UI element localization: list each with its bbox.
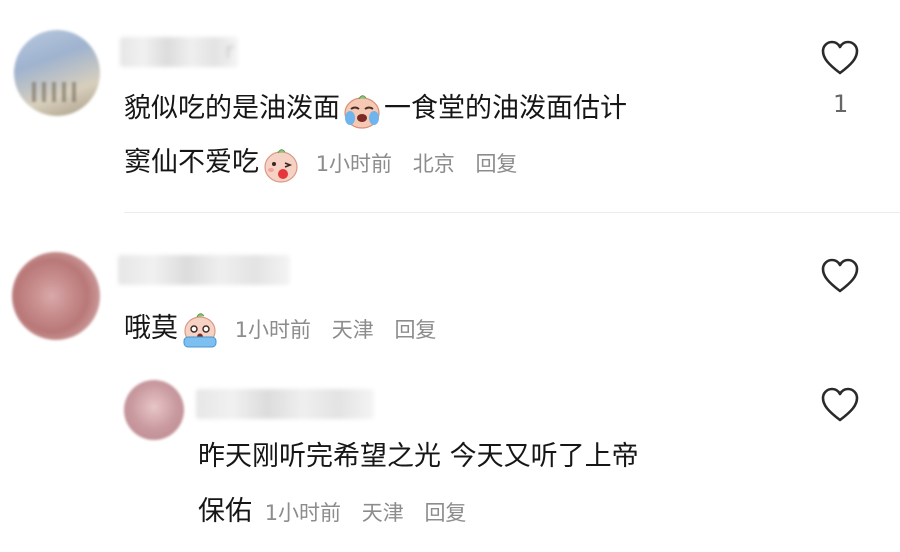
comment-location: 天津 [361,500,404,525]
comment-meta: 1小时前 天津 回复 [258,501,480,525]
comment-text-line: 哦莫 1小时前 天津 回复 [124,302,450,357]
comment-time: 1小时前 [234,317,312,342]
avatar[interactable] [124,380,184,440]
comment-text: 一食堂的油泼面估计 [384,93,627,124]
crying-face-emoji-icon [342,91,382,129]
comment-text: 昨天刚听完希望之光 今天又听了上帝 [198,441,639,472]
username-blurred[interactable]: r [120,37,238,67]
comment-text-line: 窦仙不爱吃 1小时前 北京 回复 [124,136,531,191]
kiss-face-emoji-icon [261,145,301,183]
comment-text: 窦仙不爱吃 [124,147,259,178]
reply-button[interactable]: 回复 [394,318,436,342]
comment-location: 天津 [331,317,374,342]
like-heart-icon[interactable] [820,40,860,76]
comment-text: 哦莫 [124,313,178,344]
divider [124,212,900,213]
comment-time: 1小时前 [315,151,393,176]
reply-button[interactable]: 回复 [475,152,517,176]
reply-button[interactable]: 回复 [424,501,466,525]
username-blurred[interactable] [196,389,374,419]
comment-location: 北京 [412,151,455,176]
comment-text-line: 貌似吃的是油泼面 一食堂的油泼面估计 [124,82,627,136]
username-blurred[interactable] [118,255,290,285]
comment-text-line: 保佑 1小时前 天津 回复 [198,485,480,540]
comment-meta: 1小时前 天津 回复 [228,318,450,342]
like-count: 1 [833,90,849,118]
comment-time: 1小时前 [264,500,342,525]
comment-text: 保佑 [198,496,252,527]
like-heart-icon[interactable] [820,258,860,294]
shocked-face-emoji-icon [180,311,220,349]
like-heart-icon[interactable] [820,387,860,423]
avatar[interactable] [14,30,100,116]
comment-meta: 1小时前 北京 回复 [309,152,531,176]
comment-text: 貌似吃的是油泼面 [124,93,340,124]
comment-text-line: 昨天刚听完希望之光 今天又听了上帝 [198,430,639,484]
avatar[interactable] [12,252,100,340]
